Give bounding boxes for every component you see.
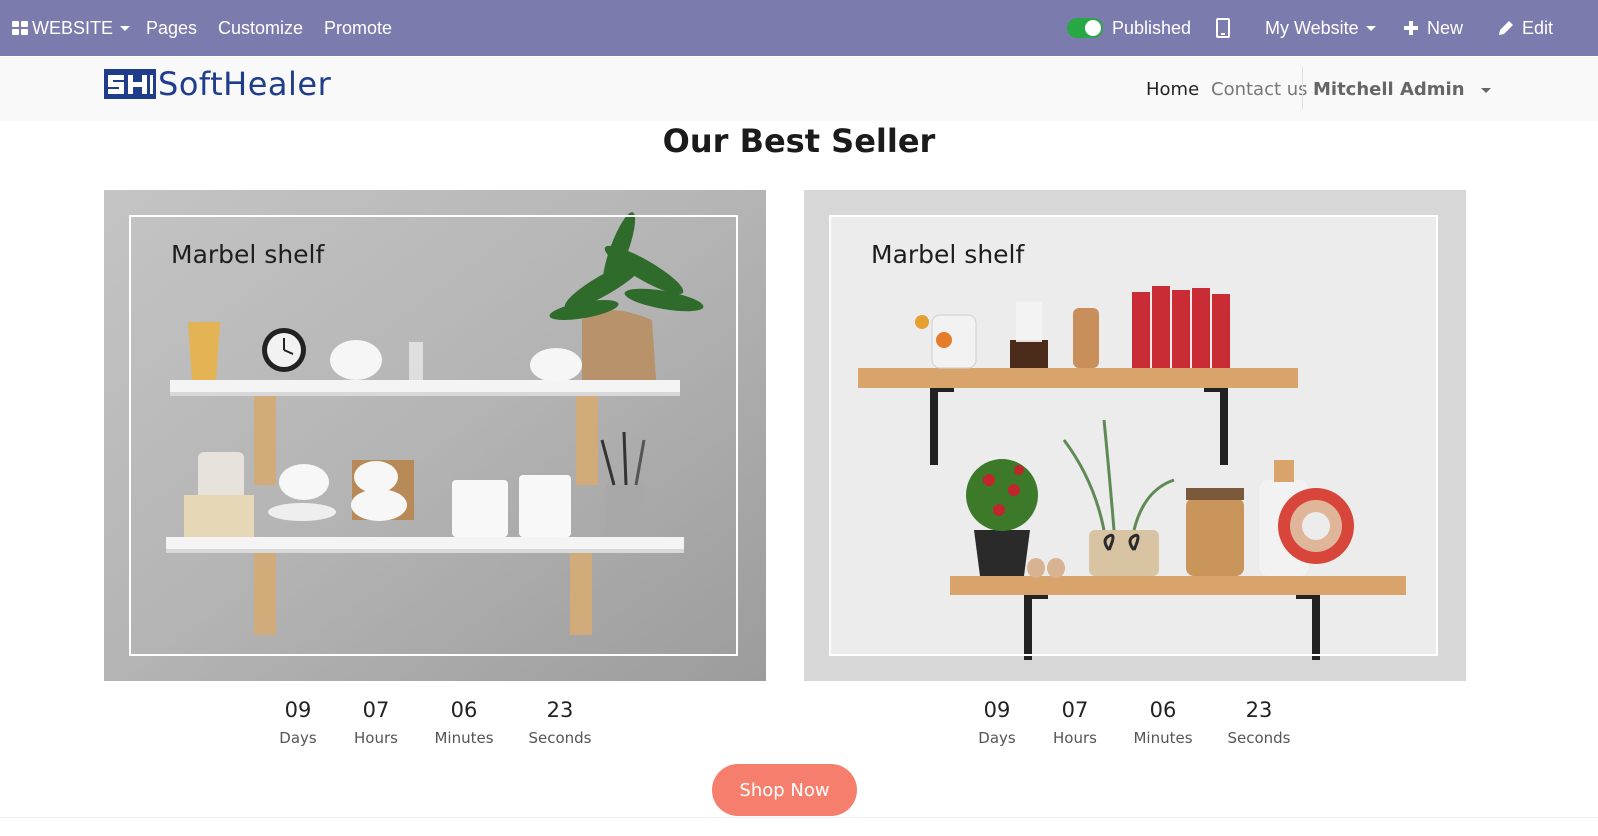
product-title: Marbel shelf [171, 240, 325, 269]
countdown-hours: 07 Hours [1053, 696, 1097, 747]
countdown-label: Seconds [1227, 729, 1291, 747]
website-switcher-label: My Website [1265, 17, 1359, 38]
product-card-2[interactable]: Marbel shelf [804, 190, 1466, 681]
countdown-label: Minutes [1133, 729, 1193, 747]
countdown-timer-2: 09 Days 07 Hours 06 Minutes 23 Seconds [0, 696, 1500, 756]
countdown-label: Days [978, 729, 1016, 747]
website-switcher[interactable]: My Website [1265, 0, 1376, 56]
countdown-days: 09 Days [978, 696, 1015, 747]
chevron-down-icon [1365, 25, 1376, 31]
customize-menu[interactable]: Customize [218, 0, 303, 56]
countdown-label: Hours [1053, 729, 1097, 747]
edit-button[interactable]: Edit [1497, 0, 1553, 56]
section-title: Our Best Seller [662, 122, 936, 160]
site-header: SoftHealer Home Contact us Mitchell Admi… [0, 57, 1598, 121]
promote-menu[interactable]: Promote [324, 0, 392, 56]
softhealer-logo-mark-icon [104, 69, 156, 99]
brand-logo[interactable]: SoftHealer [104, 65, 332, 103]
website-editor-bar: WEBSITE Pages Customize Promote Publishe… [0, 0, 1598, 56]
nav-home[interactable]: Home [1146, 79, 1199, 100]
user-menu[interactable]: Mitchell Admin [1313, 79, 1491, 100]
countdown-minutes: 06 Minutes [1133, 696, 1192, 747]
section-divider [0, 817, 1598, 818]
countdown-value: 07 [1061, 698, 1089, 722]
pages-menu[interactable]: Pages [146, 0, 197, 56]
website-menu-button[interactable]: WEBSITE [12, 0, 131, 56]
product-title: Marbel shelf [871, 240, 1025, 269]
published-label: Published [1112, 17, 1192, 38]
nav-divider [1302, 67, 1303, 109]
user-name: Mitchell Admin [1313, 79, 1465, 100]
edit-label: Edit [1522, 17, 1554, 38]
new-content-button[interactable]: New [1403, 0, 1463, 56]
countdown-value: 23 [1245, 698, 1273, 722]
plus-icon [1404, 21, 1418, 35]
nav-contact-us[interactable]: Contact us [1211, 79, 1308, 100]
website-menu-label: WEBSITE [32, 17, 114, 38]
card-frame [829, 215, 1438, 656]
logo-text: SoftHealer [158, 65, 332, 103]
shop-now-button[interactable]: Shop Now [712, 764, 857, 816]
card-frame [129, 215, 738, 656]
countdown-value: 06 [1149, 698, 1177, 722]
mobile-preview-button[interactable] [1216, 0, 1230, 56]
toggle-switch-icon[interactable] [1067, 18, 1103, 38]
chevron-down-icon [1480, 87, 1491, 93]
apps-grid-icon [12, 21, 28, 35]
publish-toggle[interactable]: Published [1067, 0, 1191, 56]
chevron-down-icon [120, 25, 131, 31]
pencil-icon [1499, 21, 1513, 35]
new-label: New [1427, 17, 1464, 38]
countdown-seconds: 23 Seconds [1227, 696, 1290, 747]
product-card-1[interactable]: Marbel shelf [104, 190, 766, 681]
countdown-value: 09 [983, 698, 1011, 722]
mobile-phone-icon [1216, 18, 1230, 38]
